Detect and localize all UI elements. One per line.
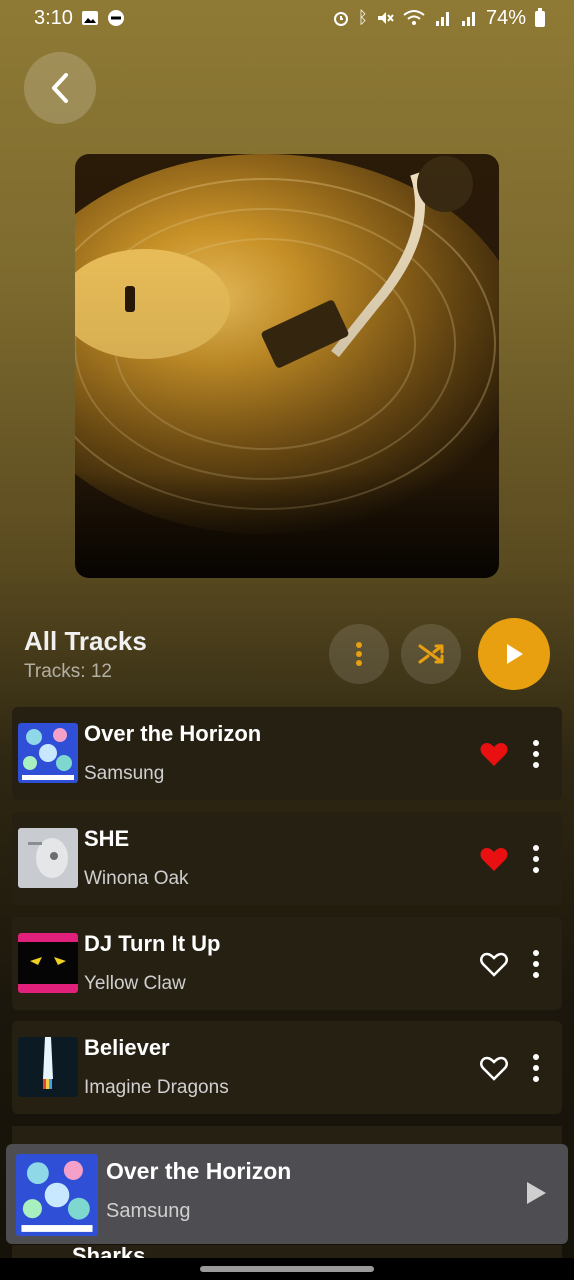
album-art <box>18 723 78 783</box>
track-artist: Winona Oak <box>84 868 189 889</box>
now-playing-art <box>16 1154 98 1236</box>
over-the-horizon-art <box>18 723 78 783</box>
album-art <box>18 1037 78 1097</box>
heart-filled-icon[interactable] <box>480 846 508 872</box>
mini-player[interactable]: Over the Horizon Samsung <box>6 1144 568 1244</box>
heart-filled-icon[interactable] <box>480 741 508 767</box>
playlist-cover <box>75 154 499 578</box>
track-row[interactable]: Believer Imagine Dragons <box>12 1021 562 1114</box>
she-art <box>18 828 78 888</box>
track-more-button[interactable] <box>526 842 546 876</box>
album-art <box>18 933 78 993</box>
playlist-more-button[interactable] <box>329 624 389 684</box>
believer-art <box>18 1037 78 1097</box>
signal-icon <box>461 12 475 26</box>
track-artist: Yellow Claw <box>84 973 186 994</box>
alarm-icon <box>333 12 348 26</box>
track-title: DJ Turn It Up <box>84 931 221 956</box>
turntable-record-image <box>75 154 499 578</box>
album-art <box>18 828 78 888</box>
play-all-button[interactable] <box>478 618 550 690</box>
now-playing-title: Over the Horizon <box>106 1158 292 1184</box>
track-more-button[interactable] <box>526 737 546 771</box>
battery-level: 74% <box>485 6 526 29</box>
wifi-icon <box>403 10 425 25</box>
track-row[interactable]: DJ Turn It Up Yellow Claw <box>12 917 562 1010</box>
shuffle-button[interactable] <box>401 624 461 684</box>
track-row-partial[interactable] <box>12 1126 562 1146</box>
heart-outline-icon[interactable] <box>480 951 508 977</box>
track-row[interactable]: SHE Winona Oak <box>12 812 562 905</box>
track-row[interactable]: Over the Horizon Samsung <box>12 707 562 800</box>
track-more-button[interactable] <box>526 1051 546 1085</box>
track-artist: Samsung <box>84 763 165 784</box>
back-button[interactable] <box>24 52 96 124</box>
clock: 3:10 <box>34 6 73 29</box>
playlist-title: All Tracks <box>24 626 147 656</box>
shuffle-icon <box>418 644 444 664</box>
do-not-disturb-icon <box>107 10 124 26</box>
bluetooth-icon: ᛒ <box>357 8 368 27</box>
play-icon <box>507 644 523 664</box>
chevron-left-icon <box>52 73 68 103</box>
play-icon[interactable] <box>524 1180 548 1206</box>
mute-icon <box>377 12 394 24</box>
more-vertical-icon <box>356 642 362 666</box>
heart-outline-icon[interactable] <box>480 1055 508 1081</box>
now-playing-artist: Samsung <box>106 1200 191 1222</box>
track-title: Believer <box>84 1035 170 1060</box>
home-indicator[interactable] <box>200 1266 374 1272</box>
over-the-horizon-art <box>16 1154 98 1236</box>
track-artist: Imagine Dragons <box>84 1077 229 1098</box>
track-title: SHE <box>84 826 130 851</box>
dj-turn-it-up-art <box>18 933 78 993</box>
track-more-button[interactable] <box>526 947 546 981</box>
track-title: Over the Horizon <box>84 721 262 746</box>
image-icon <box>81 11 98 25</box>
signal-icon <box>435 12 449 26</box>
track-title-partial: Sharks <box>72 1243 146 1258</box>
battery-icon <box>535 8 545 27</box>
track-count: Tracks: 12 <box>24 661 112 682</box>
status-bar: 3:10 ᛒ 74% <box>0 0 574 36</box>
